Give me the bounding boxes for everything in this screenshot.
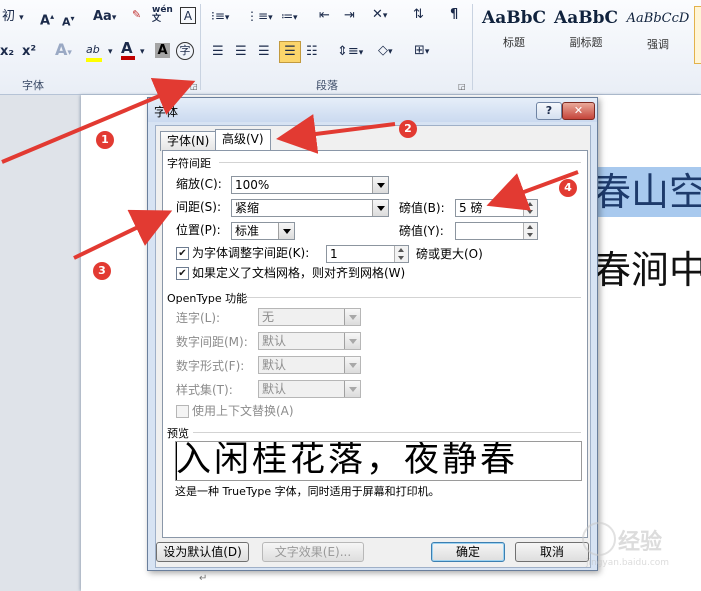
annotation-badge-2: 2 bbox=[399, 120, 417, 138]
arrow-1 bbox=[1, 77, 196, 164]
arrow-3 bbox=[73, 209, 173, 260]
watermark-subtext: jingyan.baidu.com bbox=[586, 558, 670, 568]
watermark-logo-icon bbox=[582, 522, 616, 556]
annotation-badge-4: 4 bbox=[559, 179, 577, 197]
annotation-badge-1: 1 bbox=[96, 131, 114, 149]
annotation-badge-3: 3 bbox=[93, 262, 111, 280]
annotation-arrows bbox=[1, 77, 579, 260]
watermark: 经验 jingyan.baidu.com bbox=[582, 518, 692, 578]
arrow-2 bbox=[276, 114, 396, 154]
watermark-text: 经验 bbox=[618, 530, 663, 555]
